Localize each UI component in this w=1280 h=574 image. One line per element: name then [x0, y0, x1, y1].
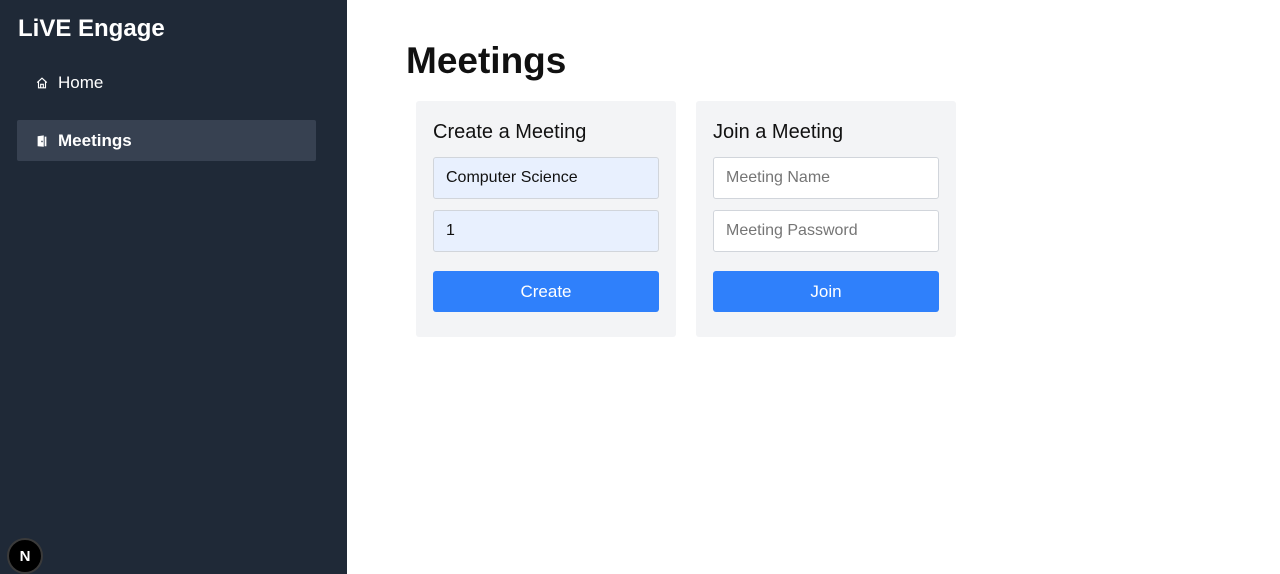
sidebar-item-home[interactable]: Home — [17, 62, 316, 103]
create-meeting-password-input[interactable] — [433, 210, 659, 252]
sidebar-item-label: Meetings — [58, 130, 132, 150]
sidebar-item-meetings[interactable]: Meetings — [17, 120, 316, 161]
door-icon — [35, 134, 49, 148]
create-meeting-name-input[interactable] — [433, 157, 659, 199]
join-meeting-name-input[interactable] — [713, 157, 939, 199]
join-meeting-password-input[interactable] — [713, 210, 939, 252]
join-meeting-card: Join a Meeting Join — [696, 101, 956, 337]
sidebar: LiVE Engage Home Meetings N — [0, 0, 347, 574]
app-title: LiVE Engage — [18, 15, 165, 42]
join-button[interactable]: Join — [713, 271, 939, 312]
dev-badge-letter: N — [19, 547, 31, 565]
sidebar-item-label: Home — [58, 72, 104, 92]
create-card-title: Create a Meeting — [433, 121, 587, 143]
dev-tools-badge[interactable]: N — [7, 538, 43, 574]
create-button[interactable]: Create — [433, 271, 659, 312]
join-card-title: Join a Meeting — [713, 121, 844, 143]
home-icon — [35, 76, 49, 90]
create-meeting-card: Create a Meeting Create — [416, 101, 676, 337]
page-title: Meetings — [406, 40, 567, 81]
